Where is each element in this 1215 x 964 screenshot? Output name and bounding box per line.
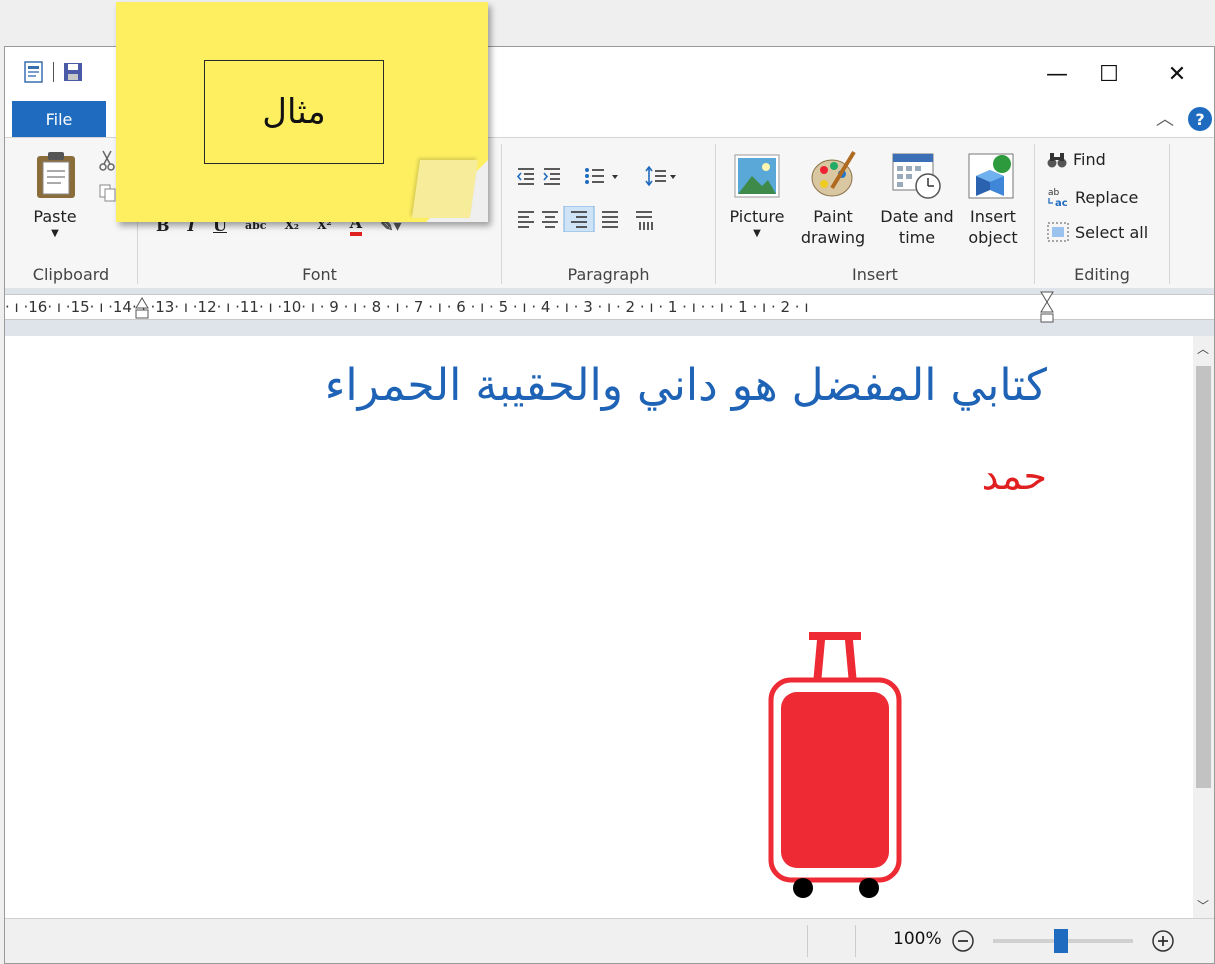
vertical-scrollbar[interactable]: ︿ ﹀ [1193,336,1214,920]
insert-group-label: Insert [852,265,898,284]
document-title-text[interactable]: كتابي المفضل هو داني والحقيبة الحمراء [325,360,1047,411]
insert-object-button[interactable]: Insert object [960,206,1026,248]
zoom-out-icon[interactable] [951,929,975,953]
maximize-button[interactable]: ☐ [1084,57,1134,91]
file-tab[interactable]: File [12,101,106,137]
document-area[interactable]: كتابي المفضل هو داني والحقيبة الحمراء حم… [5,336,1195,920]
zoom-level-text: 100% [893,929,942,949]
red-suitcase-image[interactable] [765,632,905,902]
status-divider [855,925,856,957]
ruler[interactable]: · ı ·16· ı ·15· ı ·14· ı ·13· ı ·12· ı ·… [5,288,1214,336]
note-curl [411,160,479,218]
editing-group: Find ab ac Replace Select all Editing [1035,138,1169,288]
paragraph-settings-icon[interactable] [636,211,653,230]
svg-text:ab: ab [1048,188,1060,198]
date-time-button[interactable]: Date and time [876,206,958,248]
right-indent-marker-icon[interactable] [135,296,149,320]
wordpad-app-icon[interactable] [23,61,45,83]
example-sticky-note: مثال [116,2,488,222]
paragraph-group-label: Paragraph [567,265,650,284]
picture-button[interactable]: Picture ▼ [724,206,790,241]
select-all-icon [1047,222,1069,242]
clipboard-group-label: Clipboard [32,265,110,284]
paint-drawing-icon[interactable] [810,150,858,200]
replace-button[interactable]: ab ac Replace [1047,186,1138,209]
increase-indent-icon[interactable] [543,168,560,185]
date-time-icon[interactable] [892,152,942,200]
status-bar: 100% [5,918,1214,963]
select-all-button[interactable]: Select all [1047,222,1148,242]
paint-drawing-button[interactable]: Paint drawing [796,206,870,248]
paragraph-group: Paragraph [502,138,715,288]
ruler-scale: · ı ·16· ı ·15· ı ·14· ı ·13· ı ·12· ı ·… [5,294,1214,320]
insert-group: Picture ▼ Paint drawing Date and time In… [716,138,1034,288]
scrollbar-thumb[interactable] [1196,366,1211,788]
editing-group-label: Editing [1074,265,1130,284]
first-line-indent-marker-icon[interactable] [1039,290,1055,324]
picture-icon[interactable] [734,154,780,198]
paste-button[interactable]: Paste ▼ [19,206,91,241]
quick-access-divider [53,62,54,82]
align-left-icon[interactable] [518,211,534,228]
quick-access-toolbar [23,61,84,83]
paste-dropdown-icon[interactable]: ▼ [19,227,91,241]
minimize-button[interactable]: — [1032,57,1082,91]
replace-icon: abac [1048,188,1068,208]
paragraph-row-1 [516,166,676,186]
zoom-slider-thumb[interactable] [1054,929,1068,953]
paragraph-row-2 [518,206,653,232]
insert-object-icon[interactable] [968,150,1016,200]
align-right-selected-bg [563,206,595,232]
font-group-label: Font [302,265,337,284]
justify-icon[interactable] [602,211,618,228]
paste-icon[interactable] [35,150,77,200]
help-icon[interactable]: ? [1188,107,1212,131]
document-name-text[interactable]: حمد [982,454,1047,498]
bullet-list-icon[interactable] [585,168,618,184]
svg-text:ac: ac [1055,198,1068,208]
binoculars-icon [1047,152,1067,167]
collapse-ribbon-icon[interactable]: ︿ [1156,105,1174,131]
find-button[interactable]: Find [1047,150,1106,169]
group-separator [1169,144,1170,284]
save-icon[interactable] [62,61,84,83]
example-label: مثال [204,60,384,164]
status-divider [807,925,808,957]
copy-icon[interactable] [99,184,117,202]
close-button[interactable]: ✕ [1152,57,1202,91]
align-center-icon[interactable] [542,211,558,228]
zoom-in-icon[interactable] [1151,929,1175,953]
line-spacing-icon[interactable] [645,166,676,186]
cut-icon[interactable] [99,150,115,172]
scroll-down-icon[interactable]: ﹀ [1197,897,1209,914]
scroll-up-icon[interactable]: ︿ [1197,340,1209,357]
picture-dropdown-icon[interactable]: ▼ [724,227,790,241]
decrease-indent-icon[interactable] [516,168,534,185]
